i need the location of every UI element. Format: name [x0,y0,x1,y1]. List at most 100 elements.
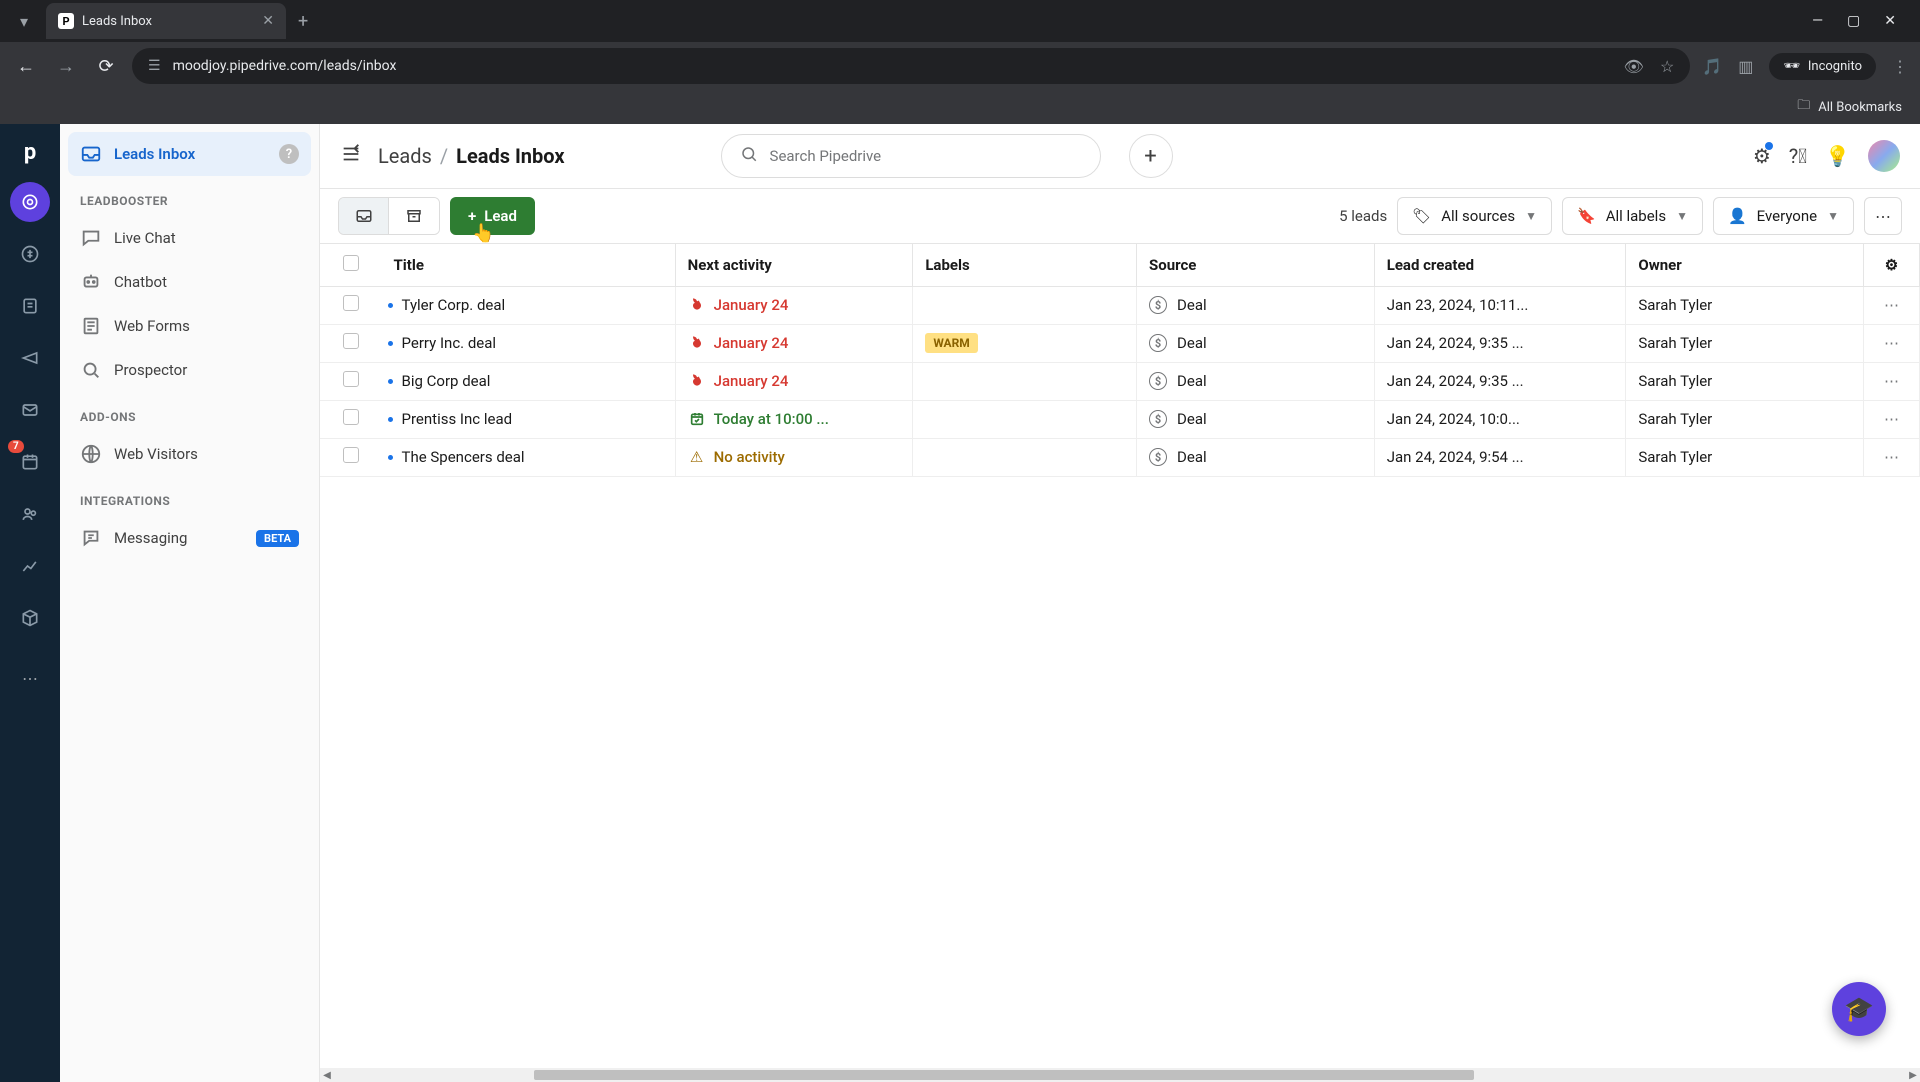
cell-activity[interactable]: Today at 10:00 ... [675,400,913,438]
rail-products[interactable] [10,598,50,638]
table-row[interactable]: Prentiss Inc lead Today at 10:00 ... $De… [320,400,1920,438]
row-checkbox[interactable] [320,438,382,476]
sidebar-web-visitors[interactable]: Web Visitors [68,432,311,476]
row-checkbox[interactable] [320,362,382,400]
cell-title[interactable]: The Spencers deal [382,438,676,476]
row-checkbox[interactable] [320,324,382,362]
app-logo-icon[interactable]: p [12,134,48,170]
site-info-icon[interactable]: ☰ [148,58,161,74]
scroll-right-icon[interactable]: ▶ [1906,1070,1920,1081]
cell-labels[interactable] [913,438,1137,476]
rail-deals[interactable] [10,234,50,274]
sidepanel-icon[interactable]: ▥ [1738,57,1753,76]
sidebar-prospector[interactable]: Prospector [68,348,311,392]
row-more-button[interactable]: ⋯ [1864,400,1920,438]
row-more-button[interactable]: ⋯ [1864,438,1920,476]
sidebar-messaging[interactable]: Messaging BETA [68,516,311,560]
rail-projects[interactable] [10,286,50,326]
row-more-button[interactable]: ⋯ [1864,324,1920,362]
sidebar-web-forms[interactable]: Web Forms [68,304,311,348]
cell-activity[interactable]: January 24 [675,324,913,362]
browser-tab[interactable]: P Leads Inbox ✕ [46,3,286,39]
tab-close-icon[interactable]: ✕ [262,13,274,29]
cell-activity[interactable]: January 24 [675,286,913,324]
rail-mail[interactable] [10,390,50,430]
sidebar-chatbot[interactable]: Chatbot [68,260,311,304]
add-lead-button[interactable]: + Lead 👆 [450,197,535,235]
view-archive-button[interactable] [389,198,439,234]
table-row[interactable]: Big Corp deal January 24 $Deal Jan 24, 2… [320,362,1920,400]
extensions-icon[interactable]: ⚙ [1753,144,1771,168]
checkbox-icon[interactable] [343,371,359,387]
bookmark-star-icon[interactable]: ☆ [1660,57,1674,76]
cell-source[interactable]: $Deal [1137,362,1375,400]
more-actions-button[interactable]: ⋯ [1864,197,1902,235]
cell-title[interactable]: Perry Inc. deal [382,324,676,362]
browser-menu-icon[interactable]: ⋮ [1892,57,1908,76]
tab-search-icon[interactable]: ▾ [8,5,40,37]
checkbox-icon[interactable] [343,295,359,311]
rail-campaigns[interactable] [10,338,50,378]
row-checkbox[interactable] [320,286,382,324]
checkbox-icon[interactable] [343,447,359,463]
media-icon[interactable]: 🎵 [1702,57,1722,76]
help-icon[interactable]: ? [279,144,299,164]
checkbox-icon[interactable] [343,255,359,271]
breadcrumb-leads[interactable]: Leads [378,144,432,168]
row-checkbox[interactable] [320,400,382,438]
new-tab-button[interactable]: + [298,11,308,32]
eye-off-icon[interactable]: 👁 [1624,57,1644,76]
header-activity[interactable]: Next activity [675,244,913,286]
lightbulb-icon[interactable]: 💡 [1825,144,1850,168]
cell-labels[interactable]: WARM [913,324,1137,362]
filter-sources[interactable]: 🏷 All sources ▼ [1397,197,1552,235]
cell-title[interactable]: Tyler Corp. deal [382,286,676,324]
rail-activities[interactable]: 7 [10,442,50,482]
header-title[interactable]: Title [382,244,676,286]
column-settings-button[interactable]: ⚙ [1864,244,1920,286]
rail-leads[interactable] [10,182,50,222]
search-input[interactable]: Search Pipedrive [721,134,1101,178]
collapse-sidebar-icon[interactable] [340,143,362,169]
back-icon[interactable]: ← [12,56,40,77]
url-bar[interactable]: ☰ moodjoy.pipedrive.com/leads/inbox 👁 ☆ [132,48,1690,84]
cell-labels[interactable] [913,362,1137,400]
reload-icon[interactable]: ⟳ [92,56,120,77]
quick-add-button[interactable]: + [1129,134,1173,178]
checkbox-icon[interactable] [343,409,359,425]
support-fab[interactable]: 🎓 [1832,982,1886,1036]
cell-title[interactable]: Big Corp deal [382,362,676,400]
cell-labels[interactable] [913,400,1137,438]
sidebar-live-chat[interactable]: Live Chat [68,216,311,260]
rail-contacts[interactable] [10,494,50,534]
scroll-thumb[interactable] [534,1070,1474,1080]
header-labels[interactable]: Labels [913,244,1137,286]
row-more-button[interactable]: ⋯ [1864,286,1920,324]
rail-more-icon[interactable]: ⋯ [10,658,50,698]
header-owner[interactable]: Owner [1626,244,1864,286]
maximize-icon[interactable]: ▢ [1847,13,1860,29]
scroll-left-icon[interactable]: ◀ [320,1070,334,1081]
header-source[interactable]: Source [1137,244,1375,286]
checkbox-icon[interactable] [343,333,359,349]
filter-labels[interactable]: 🔖 All labels ▼ [1562,197,1703,235]
minimize-icon[interactable]: — [1812,13,1823,29]
cell-source[interactable]: $Deal [1137,400,1375,438]
cell-labels[interactable] [913,286,1137,324]
incognito-badge[interactable]: 🕶 Incognito [1769,53,1876,80]
all-bookmarks-button[interactable]: 🗀 All Bookmarks [1797,96,1902,118]
cell-source[interactable]: $Deal [1137,324,1375,362]
header-created[interactable]: Lead created [1374,244,1626,286]
view-inbox-button[interactable] [339,198,389,234]
close-window-icon[interactable]: ✕ [1884,13,1896,29]
filter-owner[interactable]: 👤 Everyone ▼ [1713,197,1854,235]
rail-insights[interactable] [10,546,50,586]
cell-source[interactable]: $Deal [1137,286,1375,324]
table-row[interactable]: Perry Inc. deal January 24 WARM $Deal Ja… [320,324,1920,362]
forward-icon[interactable]: → [52,56,80,77]
cell-activity[interactable]: January 24 [675,362,913,400]
header-checkbox[interactable] [320,244,382,286]
sidebar-leads-inbox[interactable]: Leads Inbox ? [68,132,311,176]
cell-activity[interactable]: ⚠No activity [675,438,913,476]
table-row[interactable]: Tyler Corp. deal January 24 $Deal Jan 23… [320,286,1920,324]
